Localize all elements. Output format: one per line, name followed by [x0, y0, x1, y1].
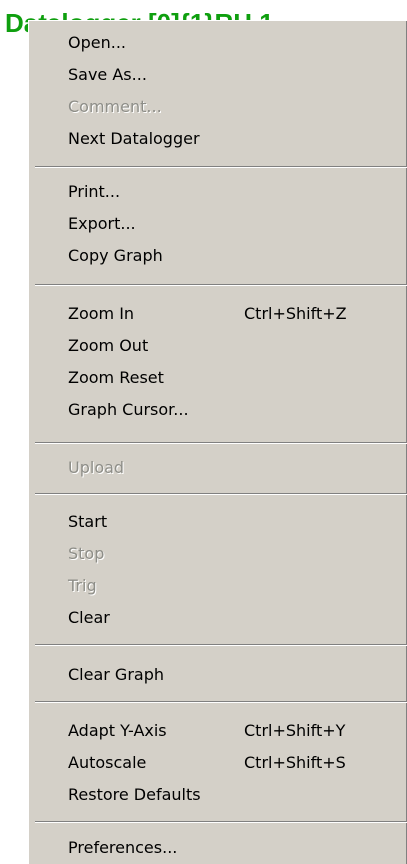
- menu-item-open[interactable]: Open...: [29, 28, 407, 57]
- menu-item-label: Preferences...: [68, 838, 178, 857]
- menu-item-label: Save As...: [68, 65, 147, 84]
- menu-item-upload: Upload: [29, 453, 407, 482]
- menu-item-preferences[interactable]: Preferences...: [29, 833, 407, 862]
- menu-item-zoom-reset[interactable]: Zoom Reset: [29, 363, 407, 392]
- menu-separator: [35, 442, 407, 444]
- context-menu: Open... Save As... Comment... Next Datal…: [28, 20, 407, 864]
- menu-item-stop: Stop: [29, 539, 407, 568]
- menu-item-label: Zoom Out: [68, 336, 149, 355]
- menu-item-shortcut: Ctrl+Shift+S: [244, 753, 346, 772]
- menu-separator: [35, 701, 407, 703]
- menu-item-zoom-in[interactable]: Zoom In Ctrl+Shift+Z: [29, 299, 407, 328]
- menu-item-zoom-out[interactable]: Zoom Out: [29, 331, 407, 360]
- menu-item-start[interactable]: Start: [29, 507, 407, 536]
- menu-item-label: Start: [68, 512, 108, 531]
- menu-item-comment: Comment...: [29, 92, 407, 121]
- menu-separator: [35, 644, 407, 646]
- menu-item-graph-cursor[interactable]: Graph Cursor...: [29, 395, 407, 424]
- menu-separator: [35, 284, 407, 286]
- menu-item-print[interactable]: Print...: [29, 177, 407, 206]
- menu-item-label: Stop: [68, 544, 105, 563]
- menu-item-adapt-y-axis[interactable]: Adapt Y-Axis Ctrl+Shift+Y: [29, 716, 407, 745]
- menu-item-label: Export...: [68, 214, 136, 233]
- menu-item-next-datalogger[interactable]: Next Datalogger: [29, 124, 407, 153]
- menu-item-copy-graph[interactable]: Copy Graph: [29, 241, 407, 270]
- menu-item-autoscale[interactable]: Autoscale Ctrl+Shift+S: [29, 748, 407, 777]
- menu-separator: [35, 493, 407, 495]
- menu-separator: [35, 821, 407, 823]
- menu-item-clear-graph[interactable]: Clear Graph: [29, 660, 407, 689]
- menu-item-restore-defaults[interactable]: Restore Defaults: [29, 780, 407, 809]
- menu-separator: [35, 166, 407, 168]
- menu-item-label: Open...: [68, 33, 126, 52]
- menu-item-shortcut: Ctrl+Shift+Y: [244, 721, 346, 740]
- menu-item-label: Comment...: [68, 97, 162, 116]
- menu-item-label: Adapt Y-Axis: [68, 721, 167, 740]
- menu-item-label: Graph Cursor...: [68, 400, 189, 419]
- menu-item-label: Clear Graph: [68, 665, 165, 684]
- menu-item-label: Restore Defaults: [68, 785, 201, 804]
- menu-item-label: Clear: [68, 608, 110, 627]
- menu-item-label: Zoom In: [68, 304, 135, 323]
- menu-item-label: Autoscale: [68, 753, 147, 772]
- menu-item-label: Trig: [68, 576, 97, 595]
- menu-item-label: Print...: [68, 182, 121, 201]
- menu-item-label: Next Datalogger: [68, 129, 200, 148]
- menu-item-save-as[interactable]: Save As...: [29, 60, 407, 89]
- menu-item-label: Upload: [68, 458, 125, 477]
- menu-item-label: Copy Graph: [68, 246, 163, 265]
- menu-item-shortcut: Ctrl+Shift+Z: [244, 304, 347, 323]
- menu-item-trig: Trig: [29, 571, 407, 600]
- menu-item-export[interactable]: Export...: [29, 209, 407, 238]
- menu-item-clear[interactable]: Clear: [29, 603, 407, 632]
- menu-item-label: Zoom Reset: [68, 368, 164, 387]
